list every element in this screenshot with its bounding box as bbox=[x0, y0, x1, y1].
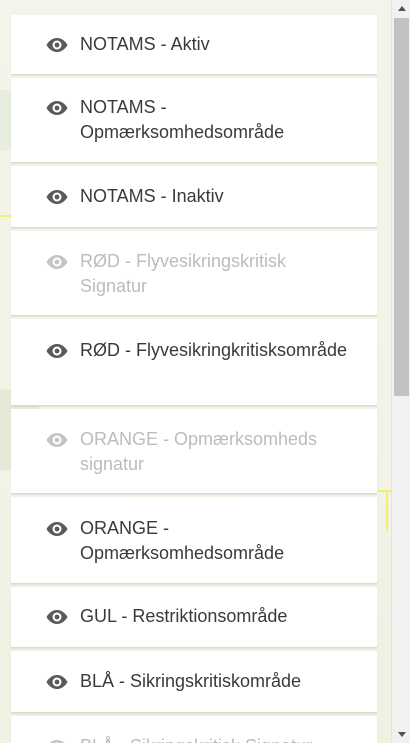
eye-icon[interactable] bbox=[46, 37, 68, 53]
eye-icon[interactable] bbox=[46, 739, 68, 743]
arrow-down-icon[interactable] bbox=[392, 726, 410, 743]
layer-item[interactable]: GUL - Restriktionsområde bbox=[11, 587, 377, 648]
eye-icon[interactable] bbox=[46, 609, 68, 625]
layer-list: NOTAMS - Aktiv NOTAMS - Opmærksomhedsomr… bbox=[11, 15, 377, 743]
layer-item[interactable]: RØD - Flyvesikringskritisk Signatur bbox=[11, 231, 377, 316]
layer-label: RØD - Flyvesikringkritisksområde bbox=[80, 340, 348, 360]
eye-icon[interactable] bbox=[46, 189, 68, 205]
layer-label: RØD - Flyvesikringskritisk Signatur bbox=[80, 251, 287, 296]
layer-label: NOTAMS - Opmærksomhedsområde bbox=[80, 97, 285, 142]
layer-label: ORANGE - Opmærksomhedsområde bbox=[80, 518, 285, 563]
layer-label: NOTAMS - Inaktiv bbox=[80, 186, 224, 206]
layer-item[interactable]: BLÅ - Sikringskritiskområde bbox=[11, 651, 377, 713]
scrollbar[interactable] bbox=[391, 0, 410, 743]
eye-icon[interactable] bbox=[46, 254, 68, 270]
layer-item[interactable]: NOTAMS - Inaktiv bbox=[11, 166, 377, 228]
layer-label: ORANGE - Opmærksomheds signatur bbox=[80, 429, 318, 474]
layer-label: BLÅ - Sikringskritisk Signatur bbox=[80, 734, 312, 743]
eye-icon[interactable] bbox=[46, 100, 68, 116]
layer-item[interactable]: BLÅ - Sikringskritisk Signatur bbox=[11, 716, 377, 743]
layer-item[interactable]: RØD - Flyvesikringkritisksområde bbox=[11, 319, 377, 406]
scrollbar-thumb[interactable] bbox=[394, 18, 409, 396]
layer-label: NOTAMS - Aktiv bbox=[80, 34, 210, 54]
layer-label: GUL - Restriktionsområde bbox=[80, 606, 288, 626]
layer-item[interactable]: NOTAMS - Opmærksomhedsområde bbox=[11, 78, 377, 163]
layer-item[interactable]: ORANGE - Opmærksomheds signatur bbox=[11, 409, 377, 494]
eye-icon[interactable] bbox=[46, 432, 68, 448]
layer-item[interactable]: ORANGE - Opmærksomhedsområde bbox=[11, 497, 377, 584]
eye-icon[interactable] bbox=[46, 521, 68, 537]
layer-label: BLÅ - Sikringskritiskområde bbox=[80, 671, 302, 691]
layer-list-panel: NOTAMS - Aktiv NOTAMS - Opmærksomhedsomr… bbox=[0, 0, 390, 743]
eye-icon[interactable] bbox=[46, 674, 68, 690]
layer-item[interactable]: NOTAMS - Aktiv bbox=[11, 15, 377, 75]
arrow-up-icon[interactable] bbox=[392, 0, 410, 17]
eye-icon[interactable] bbox=[46, 343, 68, 359]
